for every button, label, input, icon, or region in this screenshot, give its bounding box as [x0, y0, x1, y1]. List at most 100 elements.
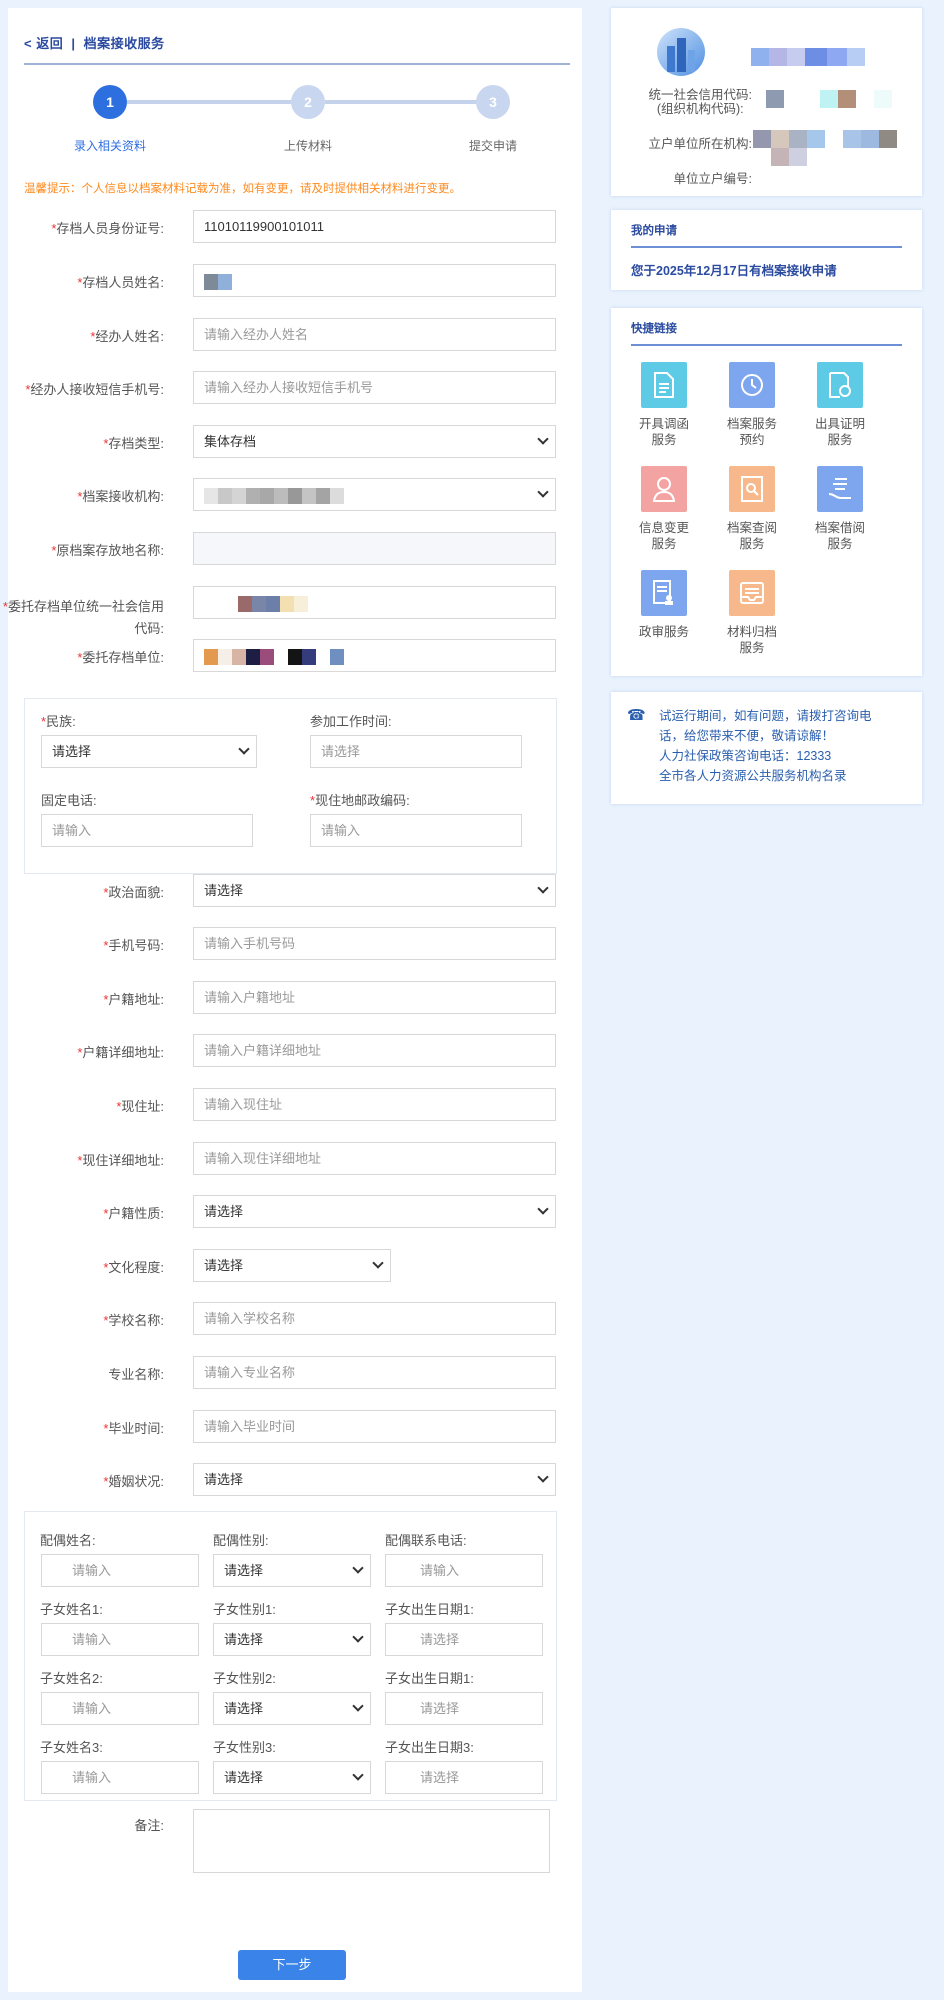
- school-input[interactable]: 请输入学校名称: [193, 1302, 556, 1335]
- my-application-card: 我的申请 您于2025年12月17日有档案接收申请: [611, 210, 922, 290]
- marital-select[interactable]: 请选择: [193, 1463, 556, 1496]
- id-number-input[interactable]: 11010119900101011: [193, 210, 556, 243]
- quick-link-label: 开具调函 服务: [638, 417, 689, 447]
- current-addr-input[interactable]: 请输入现住址: [193, 1088, 556, 1121]
- archive-type-row: *存档类型: 集体存档: [24, 425, 556, 459]
- child3-name-input[interactable]: 请输入: [41, 1761, 199, 1794]
- agent-name-input[interactable]: 请输入经办人姓名: [193, 318, 556, 351]
- landline-input[interactable]: 请输入: [41, 814, 253, 847]
- quick-link-archive-query[interactable]: 档案查阅 服务: [709, 466, 795, 552]
- child2-name-label: 子女姓名2:: [40, 1671, 103, 1686]
- chevron-down-icon: [238, 743, 250, 755]
- next-step-button[interactable]: 下一步: [238, 1950, 346, 1980]
- current-addr-label: 现住址:: [121, 1099, 164, 1114]
- chevron-down-icon: [372, 1257, 384, 1269]
- major-input[interactable]: 请输入专业名称: [193, 1356, 556, 1389]
- org-logo-icon: [657, 28, 705, 76]
- receiving-org-select[interactable]: [193, 478, 556, 511]
- hukou-type-value: 请选择: [204, 1204, 244, 1219]
- work-start-input[interactable]: 请选择: [310, 735, 522, 768]
- child3-gender-select[interactable]: 请选择: [213, 1761, 371, 1794]
- quick-link-label: 材料归档 服务: [726, 625, 777, 655]
- notice-text: 温馨提示：个人信息以档案材料记载为准，如有变更，请及时提供相关材料进行变更。: [24, 183, 461, 195]
- major-label: 专业名称:: [108, 1367, 164, 1382]
- name-row: *存档人员姓名:: [24, 264, 556, 298]
- hukou-addr-input[interactable]: 请输入户籍地址: [193, 981, 556, 1014]
- child2-gender-select[interactable]: 请选择: [213, 1692, 371, 1725]
- child1-gender-select[interactable]: 请选择: [213, 1623, 371, 1656]
- step-connector: [325, 100, 485, 104]
- political-row: *政治面貌: 请选择: [24, 874, 556, 908]
- quick-link-label: 政审服务: [638, 625, 689, 639]
- service-directory-link[interactable]: 全市各人力资源公共服务机构名录: [659, 766, 872, 786]
- receiving-org-row: *档案接收机构:: [24, 478, 556, 512]
- mobile-input[interactable]: 请输入手机号码: [193, 927, 556, 960]
- graduation-input[interactable]: 请输入毕业时间: [193, 1410, 556, 1443]
- quick-link-archive-appointment[interactable]: 档案服务 预约: [709, 362, 795, 448]
- quick-link-open-transfer-letter[interactable]: 开具调函 服务: [621, 362, 707, 448]
- quick-link-certificate-service[interactable]: 出具证明 服务: [797, 362, 883, 448]
- spouse-name-input[interactable]: 请输入: [41, 1554, 199, 1587]
- current-detail-label: 现住详细地址:: [82, 1153, 164, 1168]
- main-panel: < 返回 | 档案接收服务 1 2 3 录入相关资料 上传材料 提交申请 温馨提…: [3, 8, 582, 1992]
- quick-link-label: 档案服务 预约: [726, 417, 777, 447]
- search-document-icon: [729, 466, 775, 512]
- quick-link-political-review[interactable]: 政审服务: [621, 570, 707, 640]
- postcode-input[interactable]: 请输入: [310, 814, 522, 847]
- child2-name-input[interactable]: 请输入: [41, 1692, 199, 1725]
- quick-link-label: 档案查阅 服务: [726, 521, 777, 551]
- quick-link-archive-borrow[interactable]: 档案借阅 服务: [797, 466, 883, 552]
- redacted-mosaic: [204, 487, 344, 504]
- marital-label: 婚姻状况:: [108, 1474, 164, 1489]
- archive-type-select[interactable]: 集体存档: [193, 425, 556, 458]
- back-link[interactable]: < 返回: [24, 36, 63, 51]
- quick-link-material-filing[interactable]: 材料归档 服务: [709, 570, 795, 656]
- spouse-phone-input[interactable]: 请输入: [385, 1554, 543, 1587]
- document-icon: [641, 362, 687, 408]
- agent-phone-input[interactable]: 请输入经办人接收短信手机号: [193, 371, 556, 404]
- child3-birth-input[interactable]: 请选择: [385, 1761, 543, 1794]
- credit-code-input[interactable]: [193, 586, 556, 619]
- education-value: 请选择: [204, 1258, 244, 1273]
- marital-row: *婚姻状况: 请选择: [24, 1463, 556, 1497]
- family-info-box: 配偶姓名: 配偶性别: 配偶联系电话: 请输入 请选择 请输入 子女姓名1: 子…: [24, 1511, 557, 1801]
- current-detail-input[interactable]: 请输入现住详细地址: [193, 1142, 556, 1175]
- org-name-redacted: [751, 48, 865, 66]
- my-application-link[interactable]: 您于2025年12月17日有档案接收申请: [631, 260, 837, 279]
- hukou-detail-input[interactable]: 请输入户籍详细地址: [193, 1034, 556, 1067]
- chevron-down-icon: [352, 1700, 364, 1712]
- child1-birth-input[interactable]: 请选择: [385, 1623, 543, 1656]
- entrusting-unit-row: *委托存档单位:: [24, 639, 556, 673]
- postcode-label: 现住地邮政编码:: [315, 793, 410, 808]
- ethnicity-label: 民族:: [46, 714, 76, 729]
- education-select[interactable]: 请选择: [193, 1249, 391, 1282]
- entrusting-unit-input[interactable]: [193, 639, 556, 672]
- phone-icon: ☎: [627, 707, 646, 724]
- step-1-circle: 1: [93, 85, 127, 119]
- personal-info-box: *民族: 请选择 参加工作时间: 请选择 固定电话: 请输入 *现住地邮政编码:…: [24, 698, 557, 874]
- quick-links-title: 快捷链接: [631, 320, 902, 346]
- child3-gender-label: 子女性别3:: [213, 1740, 276, 1755]
- remarks-textarea[interactable]: [193, 1809, 550, 1873]
- hukou-type-select[interactable]: 请选择: [193, 1195, 556, 1228]
- step-2-label: 上传材料: [283, 139, 332, 153]
- org-redacted-2: [771, 148, 807, 166]
- archive-icon: [729, 570, 775, 616]
- child2-birth-input[interactable]: 请选择: [385, 1692, 543, 1725]
- page-title: 档案接收服务: [83, 36, 165, 51]
- political-select[interactable]: 请选择: [193, 874, 556, 907]
- hukou-detail-label: 户籍详细地址:: [82, 1045, 164, 1060]
- step-1-label: 录入相关资料: [73, 139, 146, 153]
- hukou-detail-row: *户籍详细地址: 请输入户籍详细地址: [24, 1034, 556, 1068]
- child1-name-input[interactable]: 请输入: [41, 1623, 199, 1656]
- political-value: 请选择: [204, 883, 244, 898]
- unit-no-label: 单位立户编号:: [673, 172, 752, 186]
- archive-type-label: 存档类型:: [108, 436, 164, 451]
- name-input[interactable]: [193, 264, 556, 297]
- remarks-label: 备注:: [134, 1818, 164, 1833]
- spouse-gender-select[interactable]: 请选择: [213, 1554, 371, 1587]
- quick-link-info-change[interactable]: 信息变更 服务: [621, 466, 707, 552]
- ethnicity-select[interactable]: 请选择: [41, 735, 257, 768]
- my-application-title: 我的申请: [631, 222, 902, 248]
- original-location-row: *原档案存放地名称:: [24, 532, 556, 566]
